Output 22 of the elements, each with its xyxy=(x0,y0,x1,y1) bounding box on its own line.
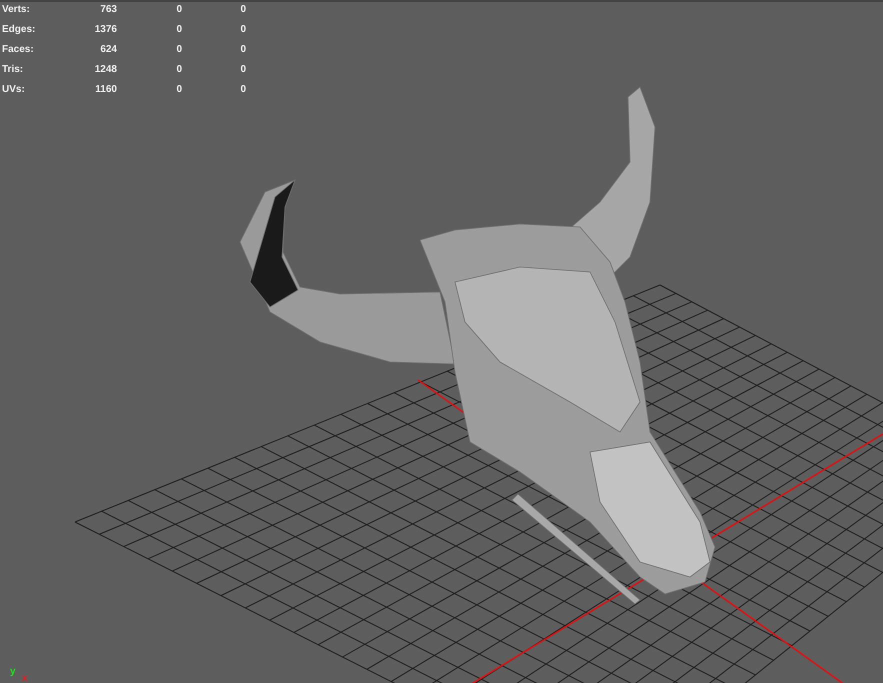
x-axis-label: x xyxy=(22,674,28,683)
stat-value: 0 xyxy=(239,23,246,36)
stat-value: 1248 xyxy=(94,63,117,76)
stat-value: 624 xyxy=(99,43,117,56)
stat-label: UVs: xyxy=(2,83,26,96)
stat-label: Tris: xyxy=(2,63,24,76)
stat-value: 0 xyxy=(239,3,246,16)
stat-label: Faces: xyxy=(2,43,35,56)
stat-value: 0 xyxy=(175,83,182,96)
stat-label: Edges: xyxy=(2,23,36,36)
stat-value: 0 xyxy=(175,23,182,36)
stat-value: 1376 xyxy=(94,23,117,36)
stat-label: Verts: xyxy=(2,3,31,16)
y-axis-label: y xyxy=(10,667,16,677)
stat-value: 0 xyxy=(175,3,182,16)
stat-value: 0 xyxy=(239,63,246,76)
stat-value: 0 xyxy=(175,63,182,76)
stat-value: 1160 xyxy=(94,83,117,96)
stat-value: 0 xyxy=(175,43,182,56)
stat-value: 763 xyxy=(99,3,117,16)
stat-value: 0 xyxy=(239,43,246,56)
stat-value: 0 xyxy=(239,83,246,96)
